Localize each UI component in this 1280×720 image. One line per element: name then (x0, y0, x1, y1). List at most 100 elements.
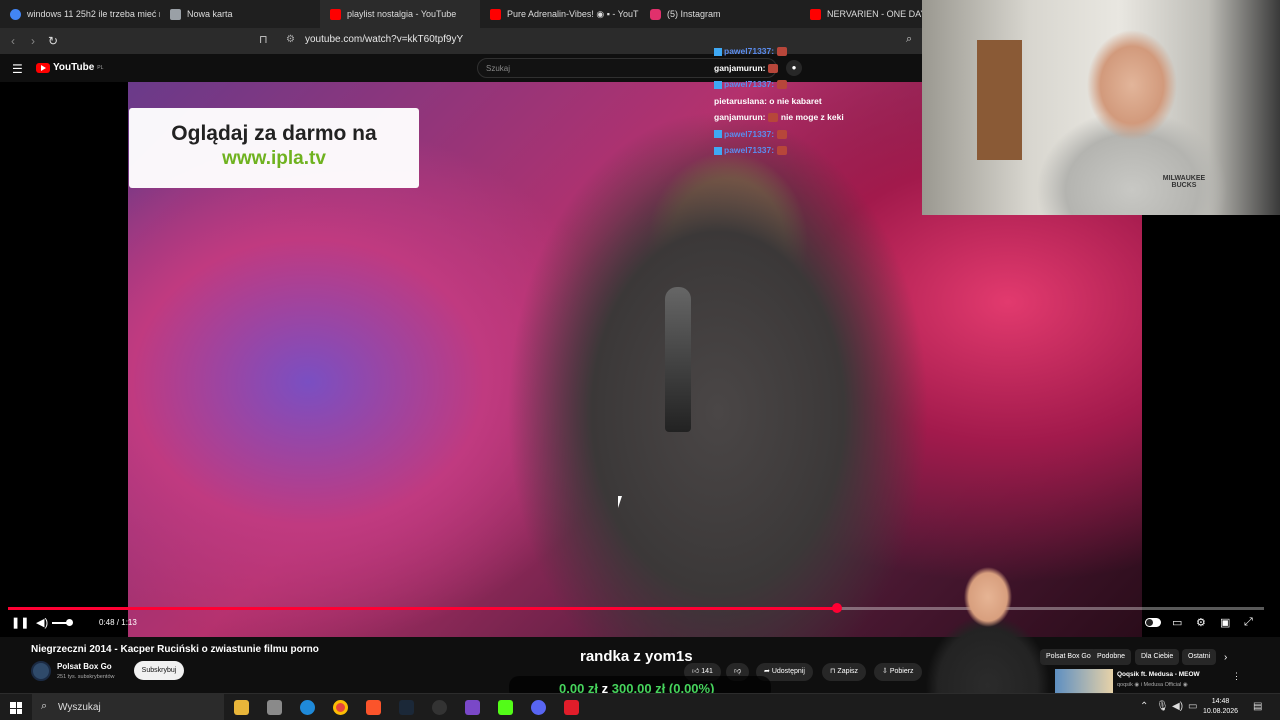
chat-user: pawel71337: (724, 128, 775, 139)
tab-label: Nowa karta (187, 9, 233, 19)
microphone-icon[interactable]: 🎙︎ (1156, 701, 1169, 712)
browser-tab[interactable]: (5) Instagram (640, 0, 800, 28)
emote-icon (777, 129, 788, 139)
google-icon (10, 8, 21, 20)
download-button[interactable]: ⇩ Pobierz (874, 663, 922, 681)
youtube-icon (490, 8, 501, 20)
steam-icon[interactable] (399, 700, 414, 715)
notification-icon[interactable]: ▤ (1253, 701, 1262, 712)
emote-icon (768, 63, 779, 73)
browser-tab[interactable]: Nowa karta (160, 0, 320, 28)
miniplayer-icon[interactable]: ▣ (1220, 616, 1230, 629)
shield-icon (170, 8, 181, 20)
settings-gear-icon[interactable]: ⚙ (1196, 616, 1206, 629)
subtitles-icon[interactable]: ▭ (1172, 616, 1182, 629)
chat-message: pawel71337: (714, 43, 924, 60)
badge-icon (714, 146, 722, 155)
app-icon[interactable] (267, 700, 282, 715)
chevron-right-icon[interactable]: › (1224, 652, 1227, 663)
browser-tab[interactable]: Pure Adrenalin-Vibes! ◉ ▪ - YouT (480, 0, 640, 28)
url-field[interactable]: youtube.com/watch?v=kkT60tpf9yY (305, 34, 463, 45)
chrome-icon[interactable] (333, 700, 348, 715)
chip-similar[interactable]: Podobne (1091, 649, 1132, 665)
app-icon[interactable] (564, 700, 579, 715)
save-label: Zapisz (837, 668, 859, 675)
discord-icon[interactable] (531, 700, 546, 715)
chat-user: pawel71337: (724, 145, 775, 155)
back-icon[interactable]: ‹ (3, 34, 23, 48)
bookmark-icon[interactable]: ⊓ (259, 33, 268, 46)
next-video-thumbnail[interactable] (1055, 669, 1113, 693)
brave-icon[interactable] (366, 700, 381, 715)
emote-icon (768, 113, 779, 123)
youtube-logo[interactable]: YouTube PL (36, 62, 103, 73)
menu-icon[interactable]: ☰ (12, 62, 23, 76)
volume-icon[interactable]: ◀) (36, 616, 48, 629)
taskbar-search[interactable]: ⌕ Wyszukaj (32, 694, 224, 720)
logo-region: PL (97, 64, 104, 71)
chat-message: pawel71337: (714, 76, 924, 93)
youtube-icon (330, 8, 341, 20)
app-icon[interactable] (465, 700, 480, 715)
time-display: 0:48 / 1:13 (99, 618, 137, 627)
chevron-up-icon[interactable]: ⌃ (1140, 701, 1148, 712)
video-title: Niegrzeczni 2014 - Kacper Ruciński o zwi… (31, 644, 319, 655)
shirt-print: MILWAUKEE BUCKS (1162, 175, 1206, 189)
mouse-cursor-icon (618, 496, 626, 508)
tab-label: Pure Adrenalin-Vibes! ◉ ▪ - YouT (507, 8, 639, 19)
chat-user: ganjamurun: (714, 112, 766, 122)
thumbs-down-icon: 👎︎ (734, 668, 742, 675)
tab-label: (5) Instagram (667, 9, 721, 19)
save-button[interactable]: ⊓ Zapisz (822, 663, 867, 681)
more-options-icon[interactable]: ⋮ (1232, 671, 1241, 682)
emote-icon (777, 47, 788, 57)
taskbar-clock[interactable]: 14:48 10.08.2026 (1203, 697, 1238, 717)
browser-tab[interactable]: playlist nostalgia - YouTube (320, 0, 480, 28)
reload-icon[interactable]: ↻ (43, 34, 63, 48)
edge-icon[interactable] (300, 700, 315, 715)
clock-date: 10.08.2026 (1203, 708, 1239, 715)
chip-for-you[interactable]: Dla Ciebie (1135, 649, 1180, 665)
badge-icon (714, 47, 722, 56)
chat-message: pawel71337: (714, 126, 924, 143)
site-info-icon[interactable]: ⚙ (286, 34, 295, 45)
thumbs-up-icon: 👍︎ (692, 668, 702, 675)
tab-label: windows 11 25h2 ile trzeba mieć m (27, 9, 160, 19)
pause-icon[interactable]: ❚❚ (11, 616, 29, 629)
chat-text: o nie kabaret (769, 95, 822, 106)
windows-start-icon[interactable] (10, 702, 22, 714)
volume-knob[interactable] (66, 619, 73, 626)
fullscreen-icon[interactable]: ⤢ (1244, 616, 1253, 629)
ad-line-1: Oglądaj za darmo na (171, 122, 377, 145)
kick-icon[interactable] (498, 700, 513, 715)
forward-icon[interactable]: › (23, 34, 43, 48)
share-icon: ➦ (764, 668, 772, 675)
youtube-icon (810, 8, 821, 20)
clock-time: 14:48 (1211, 698, 1230, 705)
like-count: 141 (701, 668, 713, 675)
browser-tab[interactable]: NERVARIEN - ONE DAY 12 (800, 0, 922, 28)
search-placeholder: Szukaj (486, 64, 511, 73)
browser-tab[interactable]: windows 11 25h2 ile trzeba mieć m (0, 0, 160, 28)
volume-icon[interactable]: ◀) (1172, 701, 1183, 712)
progress-played (8, 607, 837, 610)
ad-line-2: www.ipla.tv (222, 148, 326, 169)
channel-name[interactable]: Polsat Box Go (57, 662, 112, 671)
subscribe-button[interactable]: Subskrybuj (134, 661, 184, 680)
chat-text: nie moge z keki (780, 112, 844, 122)
obs-icon[interactable] (432, 700, 447, 715)
chip-recent[interactable]: Ostatni (1182, 649, 1217, 665)
network-icon[interactable]: ▭ (1188, 701, 1197, 712)
autoplay-toggle[interactable] (1145, 618, 1161, 627)
player-controls: ❚❚ ◀) 0:48 / 1:13 ▭ ⚙ ▣ ⤢ (0, 612, 1280, 634)
emote-icon (777, 146, 788, 156)
download-icon: ⇩ (882, 668, 890, 675)
file-explorer-icon[interactable] (234, 700, 249, 715)
taskbar-search-label: Wyszukaj (58, 702, 101, 713)
chat-message: pietaruslana: o nie kabaret (714, 93, 924, 110)
next-video-title[interactable]: Qoqsik ft. Medusa - MEOW (1117, 671, 1200, 678)
channel-avatar[interactable] (31, 661, 51, 681)
subscriber-count: 251 tys. subskrybentów (57, 674, 115, 680)
emote-icon (777, 80, 788, 90)
share-label: Udostępnij (771, 668, 805, 675)
